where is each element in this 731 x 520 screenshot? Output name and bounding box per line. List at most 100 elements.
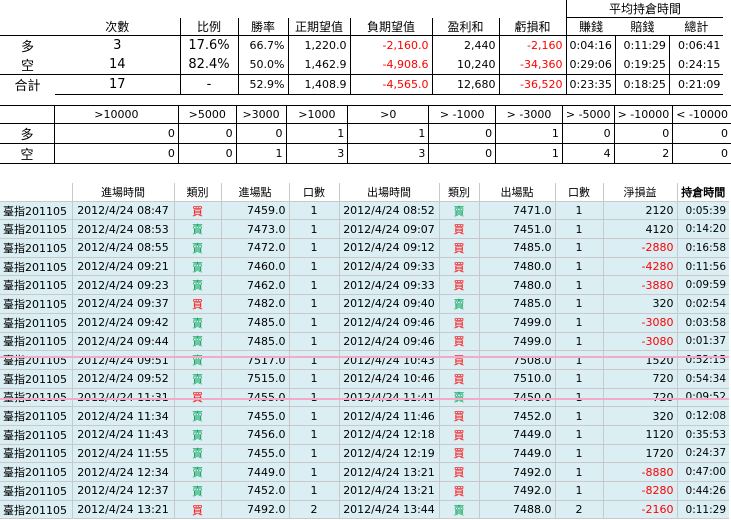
entry-time-cell: 2012/4/24 08:53 bbox=[71, 219, 174, 240]
exit-time-cell: 2012/4/24 10:46 bbox=[338, 369, 439, 389]
summary-t-win-cell: 0:23:35 bbox=[565, 74, 616, 95]
entry-time-cell: 2012/4/24 08:55 bbox=[71, 238, 174, 258]
exit-time-cell: 2012/4/24 09:33 bbox=[338, 257, 439, 277]
exit-qty-cell: 1 bbox=[554, 275, 603, 296]
threshold-col-header: >10000 bbox=[53, 104, 179, 125]
summary-loss-cell: -36,520 bbox=[498, 74, 566, 95]
trades-col-header: 口數 bbox=[288, 183, 339, 202]
hold-time-cell: 0:14:20 bbox=[676, 219, 729, 240]
exit-type-cell: 賣 bbox=[438, 500, 479, 520]
trades-col-header: 淨損益 bbox=[602, 183, 677, 202]
exit-qty-cell: 1 bbox=[554, 219, 603, 240]
threshold-header-row: >10000 >5000 >3000 >1000 >0 > -1000 > -3000 > -… bbox=[0, 104, 731, 125]
contract-cell: 臺指201105 bbox=[0, 406, 72, 426]
entry-qty-cell: 1 bbox=[288, 219, 339, 240]
trades-table: 進場時間 類別 進場點 口數 出場時間 類別 出場點 口數 淨損益 持倉時間 臺指201105 20… bbox=[0, 183, 729, 520]
contract-cell: 臺指201105 bbox=[0, 257, 72, 277]
entry-time-cell: 2012/4/24 12:34 bbox=[71, 462, 174, 482]
exit-price-cell: 7499.0 bbox=[478, 313, 555, 333]
exit-time-cell: 2012/4/24 13:44 bbox=[338, 500, 439, 520]
exit-qty-cell: 1 bbox=[554, 481, 603, 501]
avg-hold-time-header: 平均持倉時間 bbox=[565, 0, 724, 18]
entry-type-cell: 賣 bbox=[173, 350, 221, 370]
hold-time-cell: 0:52:15 bbox=[676, 350, 729, 370]
entry-type-cell: 賣 bbox=[173, 462, 221, 482]
trade-row: 臺指201105 2012/4/24 08:55 賣 7472.0 1 2012/4/24… bbox=[0, 238, 729, 258]
trades-col-header: 持倉時間 bbox=[676, 183, 729, 202]
entry-type-cell: 買 bbox=[173, 388, 221, 408]
exit-time-cell: 2012/4/24 12:19 bbox=[338, 444, 439, 464]
exit-type-cell: 買 bbox=[438, 406, 479, 426]
entry-price-cell: 7452.0 bbox=[220, 481, 289, 501]
contract-cell: 臺指201105 bbox=[0, 425, 72, 445]
pnl-cell: 2120 bbox=[602, 201, 677, 221]
threshold-col-header: >3000 bbox=[235, 104, 287, 125]
summary-row-label: 合計 bbox=[0, 74, 55, 94]
exit-price-cell: 7450.0 bbox=[478, 388, 555, 408]
trades-col-header: 出場時間 bbox=[338, 183, 439, 202]
exit-time-cell: 2012/4/24 11:46 bbox=[338, 406, 439, 426]
threshold-col-header: > -10000 bbox=[613, 104, 673, 125]
entry-type-cell: 買 bbox=[173, 294, 221, 314]
threshold-count-cell: 1 bbox=[285, 123, 348, 145]
trade-row: 臺指201105 2012/4/24 08:47 買 7459.0 1 2012/4/24… bbox=[0, 201, 729, 221]
exit-type-cell: 買 bbox=[438, 462, 479, 482]
exit-price-cell: 7492.0 bbox=[478, 481, 555, 501]
summary-pos-ev-cell: 1,220.0 bbox=[287, 35, 350, 55]
exit-qty-cell: 1 bbox=[554, 462, 603, 482]
entry-time-cell: 2012/4/24 11:43 bbox=[71, 425, 174, 445]
summary-pos-ev-cell: 1,408.9 bbox=[287, 74, 350, 95]
summary-group-header-row: 平均持倉時間 bbox=[0, 0, 724, 18]
summary-col-header: 盈利和 bbox=[431, 17, 499, 36]
summary-loss-cell: -34,360 bbox=[498, 55, 566, 75]
exit-qty-cell: 1 bbox=[554, 388, 603, 408]
entry-price-cell: 7460.0 bbox=[220, 257, 289, 277]
exit-type-cell: 賣 bbox=[438, 388, 479, 408]
entry-qty-cell: 2 bbox=[288, 500, 339, 520]
exit-time-cell: 2012/4/24 09:46 bbox=[338, 313, 439, 333]
pnl-cell: 1520 bbox=[602, 350, 677, 370]
contract-cell: 臺指201105 bbox=[0, 275, 72, 296]
entry-type-cell: 賣 bbox=[173, 313, 221, 333]
pnl-cell: -8280 bbox=[602, 481, 677, 501]
hold-time-cell: 0:16:58 bbox=[676, 238, 729, 258]
summary-row: 合計 17-52.9% 1,408.9 -4,565.0 12,680 -36,520 0:… bbox=[0, 74, 724, 95]
hold-time-cell: 0:03:58 bbox=[676, 313, 729, 333]
entry-type-cell: 賣 bbox=[173, 238, 221, 258]
trade-row: 臺指201105 2012/4/24 09:37 買 7482.0 1 2012/4/24… bbox=[0, 294, 729, 314]
contract-cell: 臺指201105 bbox=[0, 219, 72, 240]
exit-type-cell: 買 bbox=[438, 425, 479, 445]
exit-qty-cell: 1 bbox=[554, 313, 603, 333]
threshold-col-header: >0 bbox=[347, 104, 429, 125]
exit-time-cell: 2012/4/24 09:33 bbox=[338, 275, 439, 296]
summary-col-header: 比例 bbox=[179, 17, 238, 36]
pnl-cell: 720 bbox=[602, 388, 677, 408]
contract-cell: 臺指201105 bbox=[0, 369, 72, 389]
threshold-row: 空0013301420 bbox=[0, 143, 731, 165]
entry-time-cell: 2012/4/24 11:55 bbox=[71, 444, 174, 464]
exit-qty-cell: 1 bbox=[554, 444, 603, 464]
summary-row-label: 空 bbox=[20, 59, 34, 74]
summary-t-win-cell: 0:29:06 bbox=[565, 55, 616, 75]
exit-price-cell: 7480.0 bbox=[478, 257, 555, 277]
exit-type-cell: 買 bbox=[438, 350, 479, 370]
entry-price-cell: 7456.0 bbox=[220, 425, 289, 445]
threshold-count-cell: 0 bbox=[613, 123, 673, 145]
summary-count-cell: 3 bbox=[113, 38, 122, 53]
contract-cell: 臺指201105 bbox=[0, 294, 72, 314]
exit-qty-cell: 1 bbox=[554, 201, 603, 221]
threshold-count-cell: 0 bbox=[428, 143, 496, 165]
pnl-cell: -3080 bbox=[602, 313, 677, 333]
summary-t-loss-cell: 0:11:29 bbox=[614, 35, 670, 55]
summary-col-header: 勝率 bbox=[237, 17, 288, 36]
exit-time-cell: 2012/4/24 09:46 bbox=[338, 332, 439, 352]
hold-time-cell: 0:44:26 bbox=[676, 481, 729, 501]
threshold-count-cell: 1 bbox=[495, 123, 563, 145]
exit-qty-cell: 1 bbox=[554, 350, 603, 370]
summary-t-loss-cell: 0:18:25 bbox=[614, 74, 670, 95]
exit-price-cell: 7510.0 bbox=[478, 369, 555, 389]
contract-cell: 臺指201105 bbox=[0, 238, 72, 258]
exit-type-cell: 買 bbox=[438, 219, 479, 240]
entry-qty-cell: 1 bbox=[288, 257, 339, 277]
exit-qty-cell: 2 bbox=[554, 500, 603, 520]
